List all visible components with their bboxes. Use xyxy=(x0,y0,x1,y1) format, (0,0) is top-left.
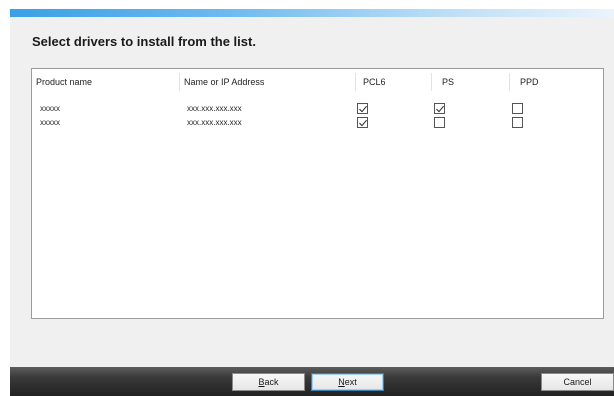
pcl6-checkbox[interactable] xyxy=(357,117,368,128)
address-cell: xxx.xxx.xxx.xxx xyxy=(187,104,242,113)
table-row[interactable]: xxxxx xxx.xxx.xxx.xxx xyxy=(32,102,603,116)
installer-dialog: Select drivers to install from the list.… xyxy=(10,9,614,396)
next-label: ext xyxy=(344,377,357,387)
title-strip xyxy=(10,9,614,17)
ppd-checkbox[interactable] xyxy=(512,117,523,128)
product-name-cell: xxxxx xyxy=(40,104,60,113)
column-header-address[interactable]: Name or IP Address xyxy=(180,69,355,95)
next-button[interactable]: Next xyxy=(311,373,384,391)
ppd-checkbox[interactable] xyxy=(512,103,523,114)
page-heading: Select drivers to install from the list. xyxy=(32,34,256,49)
back-button[interactable]: Back xyxy=(232,373,305,391)
button-bar: Back Next Cancel xyxy=(10,367,614,396)
column-header-product-name[interactable]: Product name xyxy=(32,69,179,95)
product-name-cell: xxxxx xyxy=(40,118,60,127)
address-cell: xxx.xxx.xxx.xxx xyxy=(187,118,242,127)
table-row[interactable]: xxxxx xxx.xxx.xxx.xxx xyxy=(32,116,603,130)
back-label: ack xyxy=(264,377,279,387)
column-header-pcl6[interactable]: PCL6 xyxy=(356,69,431,95)
list-header: Product name Name or IP Address PCL6 PS … xyxy=(32,69,603,95)
column-header-ppd[interactable]: PPD xyxy=(510,69,604,95)
cancel-button[interactable]: Cancel xyxy=(541,373,614,391)
ps-checkbox[interactable] xyxy=(434,103,445,114)
column-header-ps[interactable]: PS xyxy=(432,69,509,95)
ps-checkbox[interactable] xyxy=(434,117,445,128)
driver-list[interactable]: Product name Name or IP Address PCL6 PS … xyxy=(31,68,604,319)
pcl6-checkbox[interactable] xyxy=(357,103,368,114)
